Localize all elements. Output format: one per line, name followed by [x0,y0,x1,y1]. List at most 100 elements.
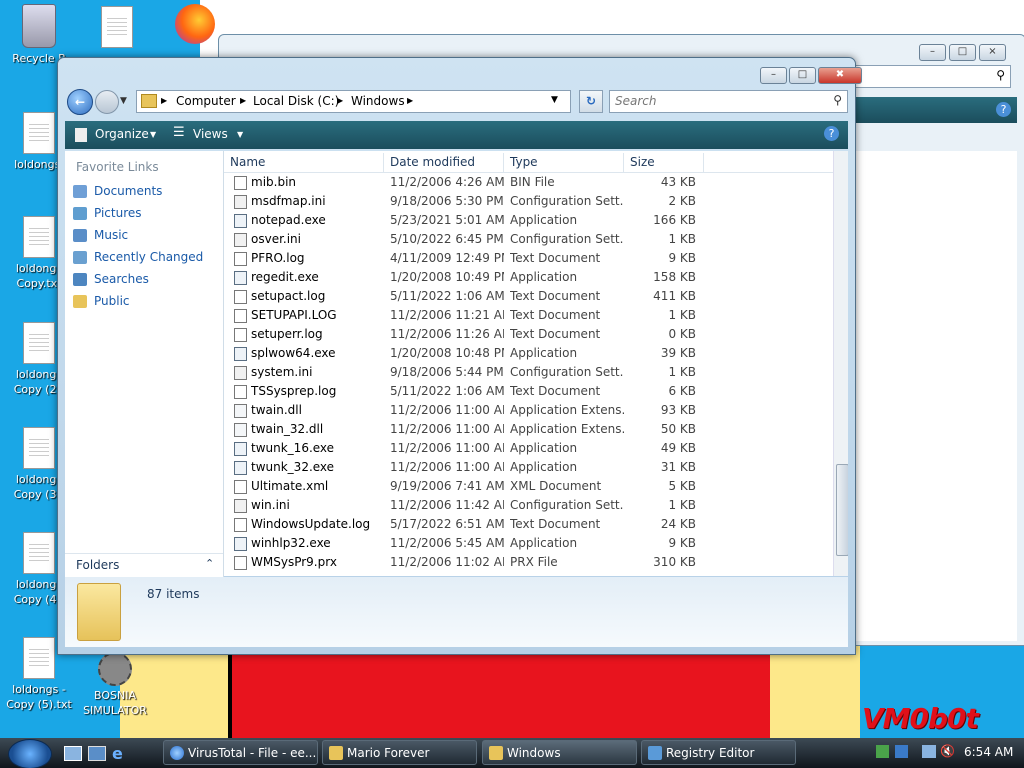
file-row[interactable]: twunk_16.exe 11/2/2006 11:00 AM Applicatio… [224,439,834,458]
forward-button[interactable] [95,90,119,114]
file-row[interactable]: msdfmap.ini 9/18/2006 5:30 PM Configuratio… [224,192,834,211]
close-button[interactable]: ✖ [818,67,862,84]
taskbar-button-label: Registry Editor [666,746,755,760]
file-size: 2 KB [668,194,696,208]
file-row[interactable]: osver.ini 5/10/2022 6:45 PM Configuration … [224,230,834,249]
show-desktop-icon[interactable] [64,746,82,761]
help-icon[interactable]: ? [824,126,839,141]
taskbar-button-virustotal[interactable]: VirusTotal - File - ee... [163,740,318,765]
nav-link-recently-changed[interactable]: Recently Changed [65,248,223,268]
column-header-size[interactable]: Size [624,153,704,172]
breadcrumb-local-disk[interactable]: Local Disk (C:) [253,94,339,108]
clock[interactable]: 6:54 AM [964,745,1013,759]
maximize-button[interactable]: □ [949,44,976,61]
recycle-bin-icon [22,4,56,48]
search-input[interactable]: ⚲ [849,65,1011,88]
column-header-type[interactable]: Type [504,153,624,172]
volume-muted-icon[interactable]: 🔇 [940,744,955,758]
file-row[interactable]: twain.dll 11/2/2006 11:00 AM Application E… [224,401,834,420]
file-row[interactable]: setuperr.log 11/2/2006 11:26 AM Text Docum… [224,325,834,344]
nav-link-searches[interactable]: Searches [65,270,223,290]
switch-windows-icon[interactable] [88,746,106,761]
file-name: Ultimate.xml [251,479,329,493]
desktop-icon-label: BOSNIA [94,689,136,702]
desktop-icon-document[interactable] [82,6,152,51]
file-type: Text Document [510,384,601,398]
desktop-icon-bosnia-simulator[interactable]: BOSNIA SIMULATOR [80,652,150,718]
chevron-down-icon[interactable]: ▼ [150,130,156,139]
nav-link-music[interactable]: Music [65,226,223,246]
breadcrumb-windows[interactable]: Windows [351,94,405,108]
file-row[interactable]: mib.bin 11/2/2006 4:26 AM BIN File 43 KB [224,173,834,192]
browser-icon [170,746,184,760]
file-row[interactable]: twunk_32.exe 11/2/2006 11:00 AM Applicatio… [224,458,834,477]
file-row[interactable]: setupact.log 5/11/2022 1:06 AM Text Docume… [224,287,834,306]
file-size: 49 KB [660,441,696,455]
file-date: 9/18/2006 5:30 PM [390,194,504,208]
file-row[interactable]: regedit.exe 1/20/2008 10:49 PM Application… [224,268,834,287]
file-row[interactable]: winhlp32.exe 11/2/2006 5:45 AM Application… [224,534,834,553]
file-row[interactable]: WindowsUpdate.log 5/17/2022 6:51 AM Text D… [224,515,834,534]
address-bar[interactable]: ▶ Computer ▶ Local Disk (C:) ▶ Windows ▶… [136,90,571,113]
file-date: 5/10/2022 6:45 PM [390,232,504,246]
file-row[interactable]: SETUPAPI.LOG 11/2/2006 11:21 AM Text Docum… [224,306,834,325]
file-row[interactable]: twain_32.dll 11/2/2006 11:00 AM Applicatio… [224,420,834,439]
file-date: 11/2/2006 11:00 AM [390,441,504,455]
file-size: 5 KB [668,479,696,493]
back-button[interactable]: ← [67,89,93,115]
maximize-button[interactable]: □ [789,67,816,84]
taskbar-button-label: Windows [507,746,561,760]
tray-icon[interactable] [895,745,908,758]
column-header-date-modified[interactable]: Date modified [384,153,504,172]
file-row[interactable]: win.ini 11/2/2006 11:42 AM Configuration S… [224,496,834,515]
nav-link-pictures[interactable]: Pictures [65,204,223,224]
taskbar-button-mario-forever[interactable]: Mario Forever [322,740,477,765]
file-type: Configuration Sett... [510,194,624,208]
file-name: splwow64.exe [251,346,336,360]
vertical-scrollbar[interactable] [833,151,848,576]
file-row[interactable]: splwow64.exe 1/20/2008 10:48 PM Applicatio… [224,344,834,363]
search-icon[interactable]: ⚲ [833,93,842,107]
file-row[interactable]: notepad.exe 5/23/2021 5:01 AM Application 1… [224,211,834,230]
column-header-name[interactable]: Name [224,153,384,172]
breadcrumb-computer[interactable]: Computer [176,94,236,108]
chevron-down-icon[interactable]: ▼ [120,96,127,106]
file-size: 411 KB [653,289,696,303]
search-input[interactable]: Search ⚲ [609,90,848,113]
file-type: Application [510,441,578,455]
file-row[interactable]: system.ini 9/18/2006 5:44 PM Configuration… [224,363,834,382]
help-icon[interactable]: ? [996,102,1011,117]
file-date: 11/2/2006 11:00 AM [390,460,504,474]
file-size: 0 KB [668,327,696,341]
file-type: Configuration Sett... [510,365,624,379]
scrollbar-thumb[interactable] [836,464,848,556]
taskbar-button-registry-editor[interactable]: Registry Editor [641,740,796,765]
chevron-down-icon[interactable]: ▼ [237,130,243,139]
views-button[interactable]: Views [193,127,228,141]
start-button[interactable] [8,739,52,768]
minimize-button[interactable]: – [760,67,787,84]
nav-link-documents[interactable]: Documents [65,182,223,202]
file-row[interactable]: WMSysPr9.prx 11/2/2006 11:02 AM PRX File 31… [224,553,834,572]
close-button[interactable]: × [979,44,1006,61]
file-size: 1 KB [668,365,696,379]
file-row[interactable]: PFRO.log 4/11/2009 12:49 PM Text Document 9… [224,249,834,268]
file-date: 4/11/2009 12:49 PM [390,251,504,265]
file-row[interactable]: TSSysprep.log 5/11/2022 1:06 AM Text Docum… [224,382,834,401]
minimize-button[interactable]: – [919,44,946,61]
tray-icon[interactable] [876,745,889,758]
file-icon [234,290,247,304]
chevron-down-icon[interactable]: ▼ [551,95,558,105]
desktop-icon-label: loldongs - [12,683,66,696]
internet-explorer-icon[interactable]: e [112,744,123,763]
taskbar-button-windows[interactable]: Windows [482,740,637,765]
file-row[interactable]: Ultimate.xml 9/19/2006 7:41 AM XML Documen… [224,477,834,496]
file-date: 11/2/2006 11:00 AM [390,403,504,417]
refresh-button[interactable]: ↻ [579,90,603,113]
organize-button[interactable]: Organize [95,127,149,141]
recently-changed-icon [73,251,87,264]
folders-toggle[interactable]: Folders ⌃ [65,553,223,576]
nav-link-public[interactable]: Public [65,292,223,312]
network-icon[interactable] [922,745,936,758]
explorer-window[interactable]: – □ ✖ ← ▼ ▶ Computer ▶ Local Disk (C:) ▶… [57,57,862,655]
